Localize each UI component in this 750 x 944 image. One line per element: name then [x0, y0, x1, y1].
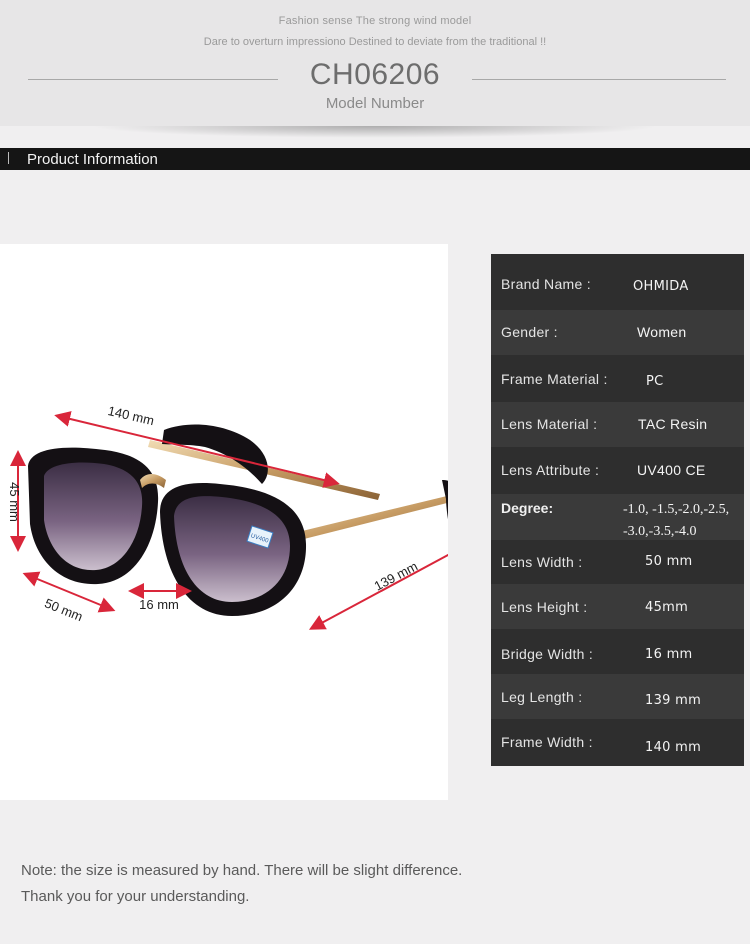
- spec-row-lens-width: Lens Width : 50 mm: [491, 540, 744, 585]
- sunglasses-illustration: UV400 140 mm 45 mm 50 mm 16 mm 139 mm: [7, 403, 448, 630]
- section-title: Product Information: [27, 151, 158, 168]
- degree-value: -1.0, -1.5,-2.0,-2.5, -3.0,-3.5,-4.0: [623, 499, 743, 543]
- bridge-width-label: Bridge Width :: [501, 646, 594, 662]
- lens-material-value: TAC Resin: [638, 416, 708, 432]
- degree-label: Degree:: [501, 500, 554, 516]
- frame-width-value: 140 mm: [645, 740, 702, 755]
- frame-material-value: PC: [646, 374, 664, 389]
- note-line-2: Thank you for your understanding.: [21, 888, 250, 905]
- spec-row-degree: Degree: -1.0, -1.5,-2.0,-2.5, -3.0,-3.5,…: [491, 494, 744, 540]
- frame-material-label: Frame Material :: [501, 371, 608, 387]
- leg-length-label: 139 mm: [372, 558, 421, 593]
- frame-width-label: 140 mm: [106, 403, 155, 428]
- product-photo: UV400 140 mm 45 mm 50 mm 16 mm 139 mm: [0, 244, 448, 800]
- lens-width-label: 50 mm: [42, 595, 84, 624]
- leg-length-value: 139 mm: [645, 693, 702, 708]
- right-temple: [298, 495, 448, 540]
- frame-width-label: Frame Width :: [501, 734, 593, 750]
- lens-attribute-value: UV400 CE: [637, 462, 706, 478]
- spec-row-lens-height: Lens Height : 45mm: [491, 584, 744, 629]
- spec-row-frame-material: Frame Material : PC: [491, 356, 744, 401]
- section-bar: Product Information: [0, 148, 750, 170]
- header-shadow: [90, 126, 660, 138]
- lens-width-value: 50 mm: [645, 554, 693, 569]
- spec-row-brand: Brand Name : OHMIDA: [491, 264, 744, 309]
- spec-row-leg-length: Leg Length : 139 mm: [491, 674, 744, 719]
- spec-row-frame-width: Frame Width : 140 mm: [491, 720, 744, 765]
- brand-value: OHMIDA: [633, 279, 689, 294]
- lens-height-label: 45 mm: [7, 482, 22, 522]
- note-line-1: Note: the size is measured by hand. Ther…: [21, 862, 463, 879]
- leg-length-label: Leg Length :: [501, 689, 583, 705]
- lens-material-label: Lens Material :: [501, 416, 598, 432]
- section-marker: [8, 152, 9, 164]
- gender-label: Gender :: [501, 324, 558, 340]
- gender-value: Women: [637, 324, 687, 340]
- lens-height-label: Lens Height :: [501, 599, 588, 615]
- spec-row-gender: Gender : Women: [491, 310, 744, 355]
- tagline-1: Fashion sense The strong wind model: [278, 15, 472, 27]
- lens-attribute-label: Lens Attribute :: [501, 462, 600, 478]
- bridge-width-value: 16 mm: [645, 647, 693, 662]
- degree-value-line-1: -1.0, -1.5,-2.0,-2.5,: [623, 502, 730, 517]
- model-label: Model Number: [325, 95, 425, 112]
- spec-row-lens-material: Lens Material : TAC Resin: [491, 402, 744, 447]
- lens-width-label: Lens Width :: [501, 554, 583, 570]
- right-temple-tip: [442, 480, 448, 520]
- model-code: CH06206: [309, 58, 441, 91]
- lens-height-value: 45mm: [645, 600, 689, 615]
- spec-row-bridge-width: Bridge Width : 16 mm: [491, 630, 744, 675]
- spec-table: Brand Name : OHMIDA Gender : Women Frame…: [491, 254, 744, 766]
- tagline-2: Dare to overturn impressiono Destined to…: [203, 36, 547, 48]
- bridge-width-label: 16 mm: [139, 597, 179, 612]
- header-banner: Fashion sense The strong wind model Dare…: [0, 0, 750, 126]
- brand-label: Brand Name :: [501, 276, 591, 292]
- spec-row-lens-attribute: Lens Attribute : UV400 CE: [491, 448, 744, 493]
